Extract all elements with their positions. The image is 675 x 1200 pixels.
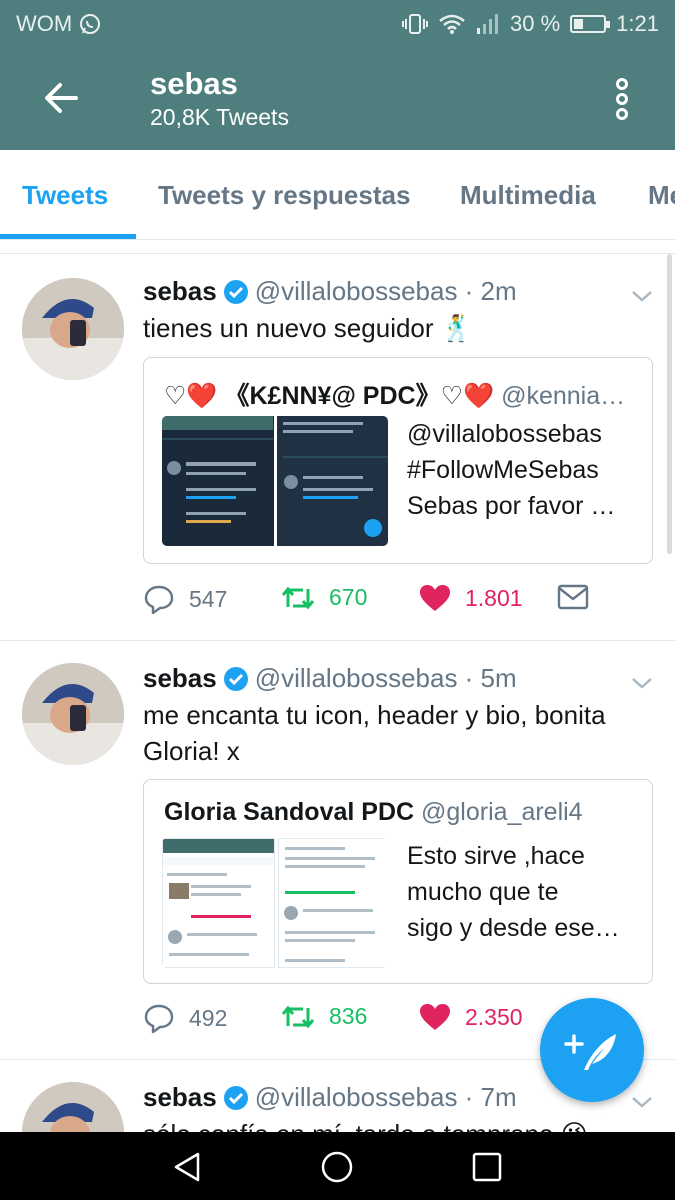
wifi-icon: [439, 14, 465, 34]
retweet-button[interactable]: 836: [281, 1003, 367, 1030]
status-bar: WOM 30 % 1:21: [0, 0, 675, 48]
verified-badge-icon: [223, 279, 248, 304]
profile-title: sebas: [150, 66, 238, 101]
retweet-count: 670: [329, 584, 368, 610]
battery-icon: [570, 15, 611, 33]
tweet-text: me encanta tu icon, header y bio, bonita…: [143, 700, 606, 766]
author-name[interactable]: sebas: [143, 663, 217, 694]
home-circle-icon[interactable]: [320, 1150, 354, 1184]
quote-text: Esto sirve ,hace mucho que te sigo y des…: [407, 842, 620, 942]
app-bar: sebas 20,8K Tweets: [0, 48, 675, 150]
author-name[interactable]: sebas: [143, 276, 217, 307]
back-arrow-icon[interactable]: [40, 76, 84, 120]
tab-tweets[interactable]: Tweets: [22, 180, 108, 211]
retweet-icon: [281, 586, 315, 609]
like-count: 1.801: [465, 584, 523, 611]
tweet-header: sebas @villalobossebas · 5m: [143, 663, 517, 694]
quote-author-name: ♡❤️ 《K£NN¥@ PDC》♡❤️: [164, 382, 495, 410]
compose-tweet-button[interactable]: [540, 998, 644, 1102]
like-button[interactable]: 1.801: [419, 584, 523, 612]
signal-icon: [477, 14, 499, 34]
quoted-tweet[interactable]: Gloria Sandoval PDC @gloria_areli4 Esto …: [143, 779, 653, 984]
heart-icon: [420, 1004, 450, 1030]
system-navigation-bar: [0, 1132, 675, 1200]
verified-badge-icon: [223, 1085, 248, 1110]
quote-author-name: Gloria Sandoval PDC: [164, 798, 415, 826]
tweet-card[interactable]: sebas @villalobossebas · 5m me encanta t…: [0, 641, 675, 1059]
quote-media-thumbnail[interactable]: [162, 838, 388, 968]
vibrate-icon: [402, 14, 429, 34]
tweet-card[interactable]: sebas @villalobossebas · 2m tienes un nu…: [0, 254, 675, 640]
status-left: WOM: [16, 11, 102, 37]
quote-author-handle: @gloria_areli4: [421, 798, 583, 826]
retweet-button[interactable]: 670: [281, 584, 367, 611]
back-triangle-icon[interactable]: [170, 1150, 204, 1184]
envelope-icon: [557, 584, 589, 610]
carrier-label: WOM: [16, 11, 73, 36]
clock: 1:21: [616, 11, 659, 36]
quote-header: Gloria Sandoval PDC @gloria_areli4: [164, 798, 634, 827]
quote-media-thumbnail[interactable]: [162, 416, 388, 546]
active-tab-indicator: [0, 234, 136, 239]
tweet-actions: 547 670 1.801: [143, 584, 623, 624]
quoted-tweet[interactable]: ♡❤️ 《K£NN¥@ PDC》♡❤️ @kennia… @villalobos…: [143, 357, 653, 564]
more-options-icon[interactable]: [604, 74, 640, 124]
avatar[interactable]: [22, 663, 124, 765]
tab-media[interactable]: Multimedia: [460, 180, 596, 211]
reply-count: 492: [189, 1004, 228, 1031]
author-name[interactable]: sebas: [143, 1082, 217, 1113]
author-handle: @villalobossebas · 2m: [254, 276, 517, 306]
author-handle: @villalobossebas · 7m: [254, 1082, 517, 1112]
reply-count: 547: [189, 585, 228, 612]
direct-message-button[interactable]: [557, 584, 589, 610]
verified-badge-icon: [223, 666, 248, 691]
author-handle: @villalobossebas · 5m: [254, 663, 517, 693]
scrollbar[interactable]: [667, 254, 672, 554]
retweet-icon: [281, 1005, 315, 1028]
status-right: 30 % 1:21: [402, 11, 659, 37]
compose-feather-icon: [564, 1034, 616, 1070]
like-count: 2.350: [465, 1003, 523, 1030]
quote-author-handle: @kennia…: [501, 382, 626, 410]
heart-icon: [420, 585, 450, 611]
whatsapp-icon: [80, 14, 101, 34]
profile-tabs: Tweets Tweets y respuestas Multimedia Me: [0, 150, 675, 240]
quote-header: ♡❤️ 《K£NN¥@ PDC》♡❤️ @kennia…: [164, 376, 634, 412]
avatar[interactable]: [22, 1082, 124, 1132]
tweet-header: sebas @villalobossebas · 7m: [143, 1082, 517, 1113]
recents-square-icon[interactable]: [472, 1152, 502, 1182]
tweet-text: sólo confía en mí, tarde o temprano 😉: [143, 1116, 653, 1132]
reply-icon: [144, 585, 174, 614]
like-button[interactable]: 2.350: [419, 1003, 523, 1031]
tweet-count: 20,8K Tweets: [150, 104, 289, 130]
battery-percent: 30 %: [510, 11, 561, 36]
reply-button[interactable]: 547: [143, 584, 227, 614]
retweet-count: 836: [329, 1003, 368, 1029]
tab-likes[interactable]: Me: [648, 180, 675, 211]
quote-text: @villalobossebas #FollowMeSebas Sebas po…: [407, 420, 616, 520]
reply-icon: [144, 1004, 174, 1033]
tweet-header: sebas @villalobossebas · 2m: [143, 276, 517, 307]
chevron-down-icon[interactable]: [630, 675, 654, 691]
avatar[interactable]: [22, 278, 124, 380]
chevron-down-icon[interactable]: [630, 288, 654, 304]
tab-tweets-and-replies[interactable]: Tweets y respuestas: [158, 180, 410, 211]
tweet-text: tienes un nuevo seguidor 🕺: [143, 313, 474, 343]
reply-button[interactable]: 492: [143, 1003, 227, 1033]
